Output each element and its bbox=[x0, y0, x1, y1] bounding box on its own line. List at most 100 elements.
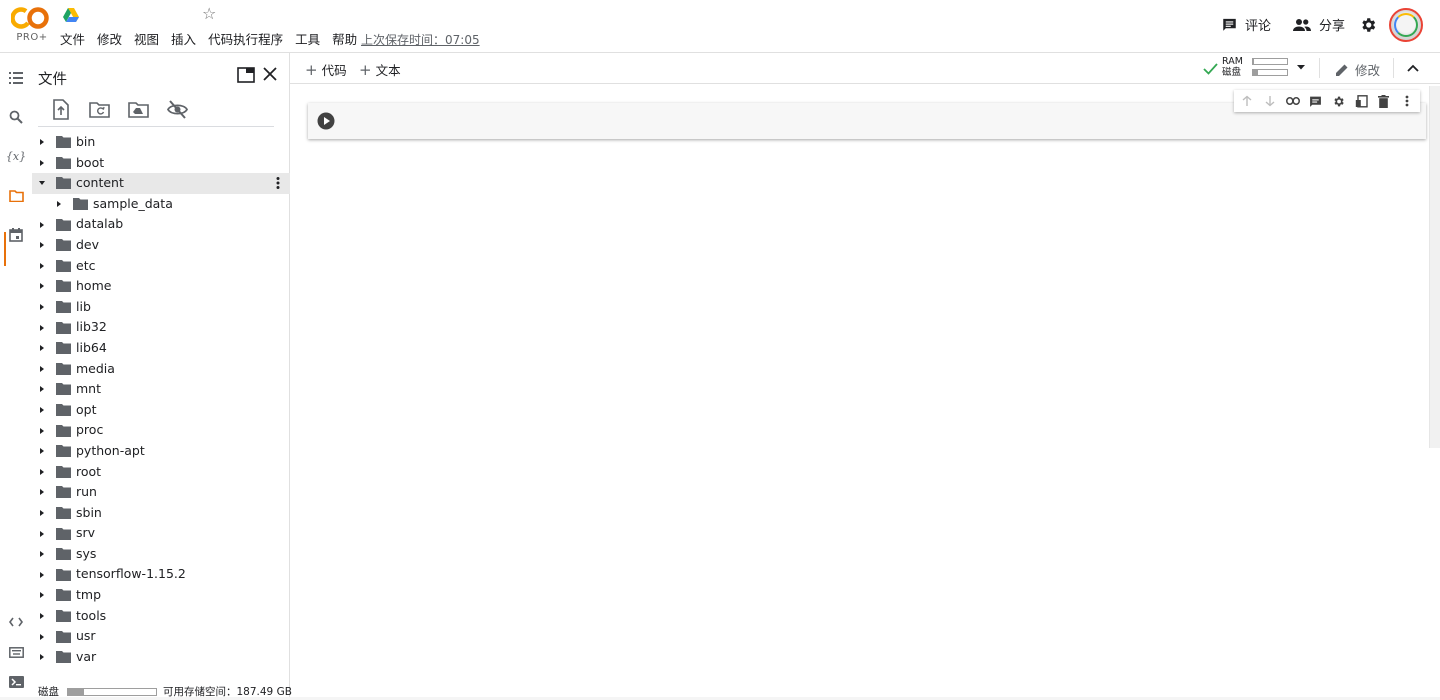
menu-tools[interactable]: 工具 bbox=[295, 32, 320, 48]
chevron-right-icon[interactable] bbox=[38, 571, 46, 579]
file-tree-item[interactable]: lib bbox=[32, 297, 290, 318]
file-tree-item[interactable]: srv bbox=[32, 523, 290, 544]
chevron-right-icon[interactable] bbox=[38, 344, 46, 352]
run-cell-icon[interactable] bbox=[317, 112, 335, 130]
chevron-right-icon[interactable] bbox=[38, 241, 46, 249]
add-text-button[interactable]: + 文本 bbox=[359, 60, 401, 79]
file-tree-item[interactable]: tools bbox=[32, 606, 290, 627]
hide-files-icon[interactable] bbox=[167, 99, 188, 120]
connected-check-icon[interactable] bbox=[1202, 60, 1219, 77]
arrow-down-icon[interactable] bbox=[1261, 92, 1280, 111]
calendar-icon[interactable] bbox=[7, 226, 25, 244]
code-icon[interactable] bbox=[7, 613, 25, 631]
menu-file[interactable]: 文件 bbox=[60, 32, 85, 48]
chevron-right-icon[interactable] bbox=[38, 591, 46, 599]
terminal-icon[interactable] bbox=[7, 673, 25, 691]
chevron-right-icon[interactable] bbox=[38, 488, 46, 496]
file-tree-item[interactable]: media bbox=[32, 359, 290, 380]
file-tree-item[interactable]: lib32 bbox=[32, 317, 290, 338]
toc-icon[interactable] bbox=[7, 69, 25, 87]
file-tree-item[interactable]: etc bbox=[32, 256, 290, 277]
chevron-right-icon[interactable] bbox=[38, 385, 46, 393]
gear-icon[interactable] bbox=[1359, 16, 1377, 34]
file-tree-item[interactable]: sbin bbox=[32, 503, 290, 524]
file-tree-item[interactable]: mnt bbox=[32, 379, 290, 400]
chevron-right-icon[interactable] bbox=[38, 365, 46, 373]
comment-button[interactable]: 评论 bbox=[1222, 15, 1271, 34]
menu-edit[interactable]: 修改 bbox=[97, 32, 122, 48]
close-icon[interactable] bbox=[261, 65, 279, 83]
star-icon[interactable]: ☆ bbox=[202, 6, 216, 22]
comment-icon[interactable] bbox=[1306, 92, 1325, 111]
more-vert-icon[interactable] bbox=[1397, 92, 1416, 111]
chevron-right-icon[interactable] bbox=[38, 282, 46, 290]
file-tree-item[interactable]: home bbox=[32, 276, 290, 297]
file-tree-item[interactable]: sample_data bbox=[32, 194, 290, 215]
arrow-up-icon[interactable] bbox=[1238, 92, 1257, 111]
toolbar-divider bbox=[1319, 58, 1320, 78]
chevron-right-icon[interactable] bbox=[38, 159, 46, 167]
file-tree-item[interactable]: run bbox=[32, 482, 290, 503]
chevron-right-icon[interactable] bbox=[38, 550, 46, 558]
chevron-right-icon[interactable] bbox=[38, 653, 46, 661]
file-tree-item[interactable]: boot bbox=[32, 153, 290, 174]
more-vert-icon[interactable] bbox=[272, 176, 284, 190]
file-tree-item[interactable]: datalab bbox=[32, 214, 290, 235]
file-tree-item[interactable]: tensorflow-1.15.2 bbox=[32, 564, 290, 585]
menu-runtime[interactable]: 代码执行程序 bbox=[208, 32, 283, 48]
chevron-right-icon[interactable] bbox=[38, 447, 46, 455]
menu-view[interactable]: 视图 bbox=[134, 32, 159, 48]
chevron-right-icon[interactable] bbox=[38, 427, 46, 435]
chevron-right-icon[interactable] bbox=[38, 221, 46, 229]
avatar[interactable] bbox=[1389, 8, 1423, 42]
chevron-right-icon[interactable] bbox=[38, 633, 46, 641]
share-button[interactable]: 分享 bbox=[1293, 15, 1345, 34]
chevron-right-icon[interactable] bbox=[38, 138, 46, 146]
chevron-down-icon[interactable] bbox=[38, 179, 46, 187]
last-saved-link[interactable]: 上次保存时间：07:05 bbox=[361, 32, 480, 48]
folder-icon[interactable] bbox=[7, 187, 25, 205]
open-in-tab-icon[interactable] bbox=[237, 67, 255, 83]
google-drive-icon[interactable] bbox=[63, 8, 79, 22]
keyboard-icon[interactable] bbox=[7, 643, 25, 661]
link-icon[interactable] bbox=[1284, 92, 1303, 111]
chevron-right-icon[interactable] bbox=[38, 406, 46, 414]
file-tree-item[interactable]: bin bbox=[32, 132, 290, 153]
chevron-right-icon[interactable] bbox=[38, 530, 46, 538]
file-tree-item[interactable]: lib64 bbox=[32, 338, 290, 359]
file-tree-item[interactable]: opt bbox=[32, 400, 290, 421]
chevron-right-icon[interactable] bbox=[38, 612, 46, 620]
menu-insert[interactable]: 插入 bbox=[171, 32, 196, 48]
chevron-down-icon[interactable] bbox=[1296, 63, 1306, 71]
colab-logo[interactable]: PRO+ bbox=[10, 5, 50, 45]
gear-icon[interactable] bbox=[1329, 92, 1348, 111]
chevron-right-icon[interactable] bbox=[38, 262, 46, 270]
file-tree-item[interactable]: var bbox=[32, 647, 290, 668]
variables-icon[interactable]: {x} bbox=[6, 147, 26, 165]
file-tree-item[interactable]: python-apt bbox=[32, 441, 290, 462]
notebook-scrollbar[interactable] bbox=[1429, 86, 1440, 448]
chevron-right-icon[interactable] bbox=[55, 200, 63, 208]
upload-file-icon[interactable] bbox=[50, 99, 71, 120]
chevron-right-icon[interactable] bbox=[38, 509, 46, 517]
edit-mode-button[interactable]: 修改 bbox=[1335, 60, 1380, 79]
file-tree-item[interactable]: usr bbox=[32, 626, 290, 647]
file-tree-item[interactable]: proc bbox=[32, 420, 290, 441]
add-code-button[interactable]: + 代码 bbox=[305, 60, 347, 79]
file-tree-item[interactable]: dev bbox=[32, 235, 290, 256]
chevron-right-icon[interactable] bbox=[38, 303, 46, 311]
menu-help[interactable]: 帮助 bbox=[332, 32, 357, 48]
file-tree-item[interactable]: root bbox=[32, 462, 290, 483]
file-tree-item[interactable]: content bbox=[32, 173, 290, 194]
chevron-up-icon[interactable] bbox=[1406, 61, 1420, 75]
resource-monitor[interactable]: RAM 磁盘 bbox=[1222, 56, 1243, 78]
mount-drive-icon[interactable] bbox=[128, 99, 149, 120]
refresh-folder-icon[interactable] bbox=[89, 99, 110, 120]
delete-icon[interactable] bbox=[1375, 92, 1394, 111]
file-tree-item[interactable]: tmp bbox=[32, 585, 290, 606]
chevron-right-icon[interactable] bbox=[38, 468, 46, 476]
file-tree-item[interactable]: sys bbox=[32, 544, 290, 565]
search-icon[interactable] bbox=[7, 108, 25, 126]
chevron-right-icon[interactable] bbox=[38, 324, 46, 332]
mirror-cell-icon[interactable] bbox=[1352, 92, 1371, 111]
